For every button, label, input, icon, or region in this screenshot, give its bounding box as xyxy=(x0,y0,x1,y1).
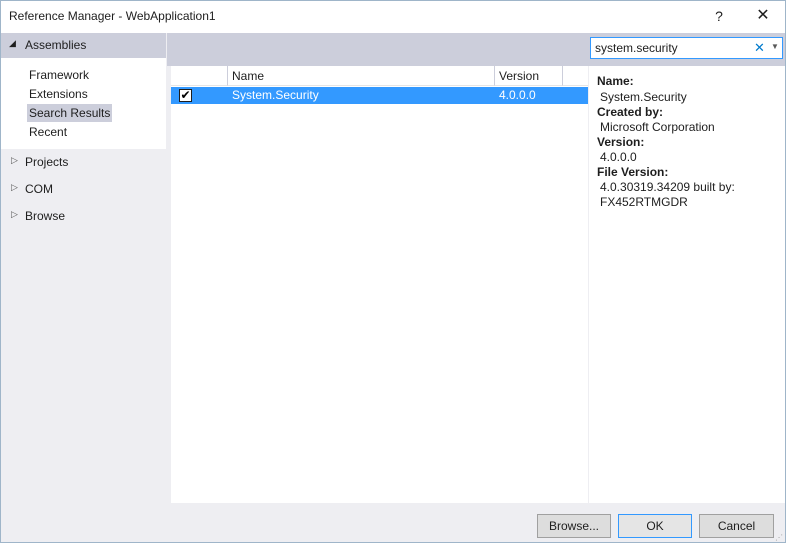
collapsed-arrow-icon: ▷ xyxy=(11,182,18,192)
assemblies-subpanel: Framework Extensions Search Results Rece… xyxy=(1,58,166,149)
expanded-arrow-icon: ◢ xyxy=(9,38,16,48)
detail-value-name: System.Security xyxy=(600,90,687,104)
nav-item-framework[interactable]: Framework xyxy=(27,66,91,84)
browse-button[interactable]: Browse... xyxy=(537,514,611,538)
detail-value-build: FX452RTMGDR xyxy=(600,195,688,209)
reference-manager-dialog: Reference Manager - WebApplication1 ? ✕ … xyxy=(0,0,786,543)
nav-item-search-results[interactable]: Search Results xyxy=(27,104,113,122)
content-header-strip xyxy=(167,33,587,66)
left-navigation: ◢ Assemblies Framework Extensions Search… xyxy=(1,33,166,503)
nav-section-assemblies[interactable]: ◢ Assemblies xyxy=(1,33,166,58)
title-bar: Reference Manager - WebApplication1 ? ✕ xyxy=(1,1,785,33)
nav-group-label: COM xyxy=(25,182,53,196)
detail-value-file-version: 4.0.30319.34209 built by: xyxy=(600,180,735,194)
details-pane: Name: System.Security Created by: Micros… xyxy=(589,66,785,503)
column-header-name[interactable]: Name xyxy=(228,66,495,86)
ok-button[interactable]: OK xyxy=(618,514,692,538)
search-box[interactable]: ✕ ▼ xyxy=(590,37,783,59)
help-button[interactable]: ? xyxy=(699,1,739,33)
nav-item-recent[interactable]: Recent xyxy=(27,123,69,141)
column-header-check[interactable] xyxy=(171,66,228,86)
clear-search-icon[interactable]: ✕ xyxy=(754,40,765,56)
assemblies-grid: Name Version ✔ System.Security 4.0.0.0 xyxy=(171,66,588,503)
detail-label-version: Version: xyxy=(597,135,645,149)
search-input[interactable] xyxy=(595,40,745,56)
include-checkbox[interactable]: ✔ xyxy=(179,89,192,102)
nav-group-label: Browse xyxy=(25,209,66,223)
nav-item-extensions[interactable]: Extensions xyxy=(27,85,90,103)
column-header-filler xyxy=(563,66,588,86)
nav-group-label: Projects xyxy=(25,155,69,169)
nav-section-label: Assemblies xyxy=(25,38,87,52)
detail-value-created-by: Microsoft Corporation xyxy=(600,120,715,134)
detail-label-file-version: File Version: xyxy=(597,165,669,179)
detail-label-created-by: Created by: xyxy=(597,105,664,119)
cancel-button[interactable]: Cancel xyxy=(699,514,774,538)
detail-label-name: Name: xyxy=(597,74,634,88)
window-title: Reference Manager - WebApplication1 xyxy=(9,9,216,23)
collapsed-arrow-icon: ▷ xyxy=(11,155,18,165)
collapsed-arrow-icon: ▷ xyxy=(11,209,18,219)
close-button[interactable]: ✕ xyxy=(743,1,783,33)
assembly-name-cell: System.Security xyxy=(232,88,319,102)
chevron-down-icon[interactable]: ▼ xyxy=(771,42,779,51)
nav-group-com[interactable]: ▷ COM xyxy=(1,178,166,200)
nav-group-projects[interactable]: ▷ Projects xyxy=(1,151,166,173)
detail-value-version: 4.0.0.0 xyxy=(600,150,637,164)
nav-group-browse[interactable]: ▷ Browse xyxy=(1,205,166,227)
resize-grip-icon[interactable]: ⋰ xyxy=(775,533,785,543)
table-row[interactable]: ✔ System.Security 4.0.0.0 xyxy=(171,87,588,104)
assembly-version-cell: 4.0.0.0 xyxy=(499,88,536,102)
column-header-version[interactable]: Version xyxy=(495,66,563,86)
